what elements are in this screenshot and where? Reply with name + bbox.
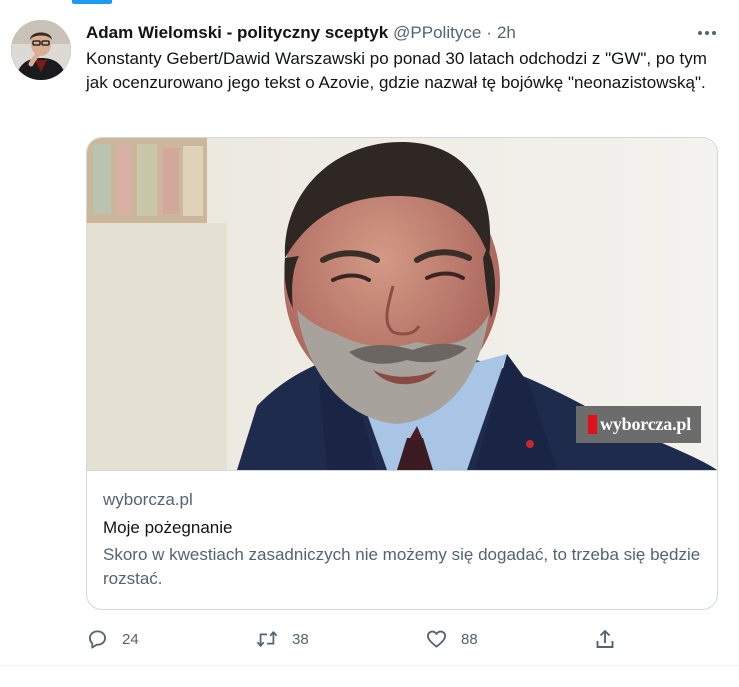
reply-count: 24 xyxy=(122,630,139,648)
retweet-button[interactable]: 38 xyxy=(256,624,309,654)
watermark: wyborcza.pl xyxy=(576,406,701,443)
share-icon[interactable] xyxy=(594,628,616,650)
like-button[interactable]: 88 xyxy=(425,624,478,654)
heart-icon[interactable] xyxy=(425,628,447,650)
link-card[interactable]: wyborcza.pl wyborcza.pl Moje pożegnanie … xyxy=(86,137,718,610)
like-count: 88 xyxy=(461,630,478,648)
card-image[interactable]: wyborcza.pl xyxy=(87,138,717,470)
separator-dot: · xyxy=(486,23,492,42)
display-name[interactable]: Adam Wielomski - polityczny sceptyk xyxy=(86,23,388,43)
user-handle[interactable]: @PPolityce xyxy=(393,23,481,43)
watermark-text: wyborcza.pl xyxy=(600,414,691,434)
share-button[interactable] xyxy=(594,624,616,654)
retweet-icon[interactable] xyxy=(256,628,278,650)
tweet-bottom-border xyxy=(0,665,739,666)
tweet-header: Adam Wielomski - polityczny sceptyk @PPo… xyxy=(86,21,719,45)
watermark-logo-mark xyxy=(588,415,598,434)
tweet-text: Konstanty Gebert/Dawid Warszawski po pon… xyxy=(86,49,707,92)
card-meta[interactable]: wyborcza.pl Moje pożegnanie Skoro w kwes… xyxy=(103,489,701,590)
reply-button[interactable]: 24 xyxy=(86,624,139,654)
avatar[interactable] xyxy=(11,20,71,80)
tweet-actions: 24 38 88 xyxy=(86,624,616,654)
reply-icon[interactable] xyxy=(86,628,108,650)
card-divider xyxy=(87,470,717,471)
card-title: Moje pożegnanie xyxy=(103,518,233,537)
card-description: Skoro w kwestiach zasadniczych nie możem… xyxy=(103,545,701,588)
retweet-count: 38 xyxy=(292,630,309,648)
more-icon[interactable] xyxy=(695,21,719,45)
timestamp[interactable]: 2h xyxy=(497,23,516,43)
card-domain: wyborcza.pl xyxy=(103,490,193,509)
tweet[interactable]: Adam Wielomski - polityczny sceptyk @PPo… xyxy=(0,0,739,687)
